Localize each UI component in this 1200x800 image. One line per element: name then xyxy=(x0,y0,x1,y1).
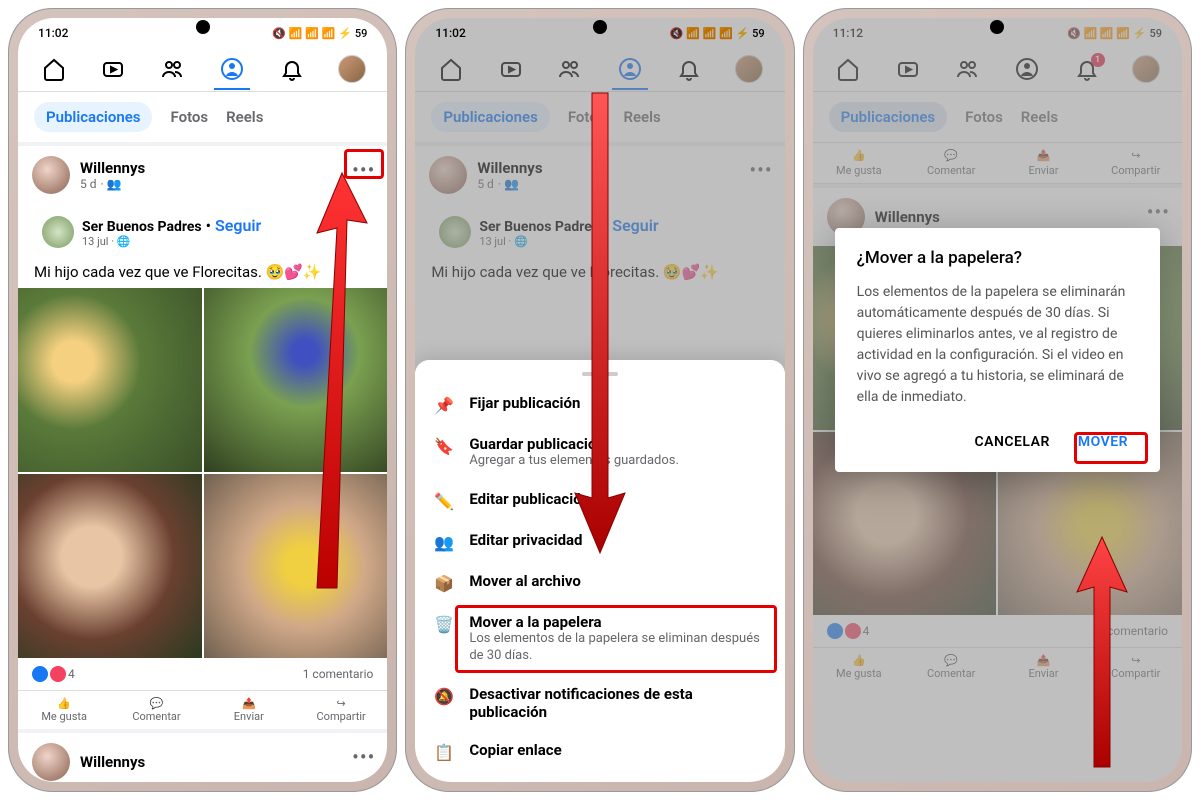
tab-photos[interactable]: Fotos xyxy=(170,108,208,126)
privacy-icon: 👥 xyxy=(433,531,455,552)
nav-profile[interactable] xyxy=(212,49,252,89)
post-next: Willennys ••• xyxy=(18,729,387,782)
post-avatar[interactable] xyxy=(32,743,70,781)
sheet-pin[interactable]: 📌 Fijar publicación xyxy=(415,384,784,425)
tab-posts[interactable]: Publicaciones xyxy=(34,102,152,132)
nav-watch[interactable] xyxy=(93,49,133,89)
sheet-mute[interactable]: 🔕 Desactivar notificaciones de esta publ… xyxy=(415,675,784,731)
pin-icon: 📌 xyxy=(433,394,455,415)
link-icon: 📋 xyxy=(433,741,455,762)
sheet-privacy[interactable]: 👥 Editar privacidad xyxy=(415,521,784,562)
phone-frame-2: 11:02 🔇 📶 📶 📶 ⚡59 Publicaciones Fotos Re… xyxy=(405,8,794,792)
camera-hole xyxy=(196,20,210,34)
screen-2: 11:02 🔇 📶 📶 📶 ⚡59 Publicaciones Fotos Re… xyxy=(415,18,784,782)
like-reaction-icon xyxy=(32,666,48,682)
sheet-copy[interactable]: 📋 Copiar enlace xyxy=(415,731,784,772)
dialog-body: Los elementos de la papelera se eliminar… xyxy=(857,282,1138,408)
photo-grid xyxy=(18,288,387,657)
action-share[interactable]: ↪Compartir xyxy=(295,691,387,729)
action-comment[interactable]: 💬Comentar xyxy=(110,691,202,729)
photo-4[interactable] xyxy=(204,474,388,658)
tab-reels[interactable]: Reels xyxy=(226,108,263,126)
nav-home[interactable] xyxy=(34,49,74,89)
shared-post: Ser Buenos Padres • Seguir 13 jul · 🌐 xyxy=(32,208,373,256)
action-send[interactable]: 📤Enviar xyxy=(203,691,295,729)
follow-link[interactable]: Seguir xyxy=(215,216,261,235)
screen-3: 11:12 🔇 📶 📶 📶 ⚡59 1 Publicaciones Fotos … xyxy=(813,18,1182,782)
dialog-title: ¿Mover a la papelera? xyxy=(857,248,1138,268)
sheet-handle[interactable] xyxy=(582,372,618,376)
shared-avatar[interactable] xyxy=(42,216,74,248)
action-bar: 👍Me gusta 💬Comentar 📤Enviar ↪Compartir xyxy=(18,690,387,729)
annotation-highlight-trash xyxy=(455,605,776,673)
comments-count[interactable]: 1 comentario xyxy=(303,667,374,681)
dialog-cancel-button[interactable]: CANCELAR xyxy=(964,426,1059,458)
sheet-edit[interactable]: ✏️ Editar publicación xyxy=(415,480,784,521)
menu-avatar-icon xyxy=(338,55,366,83)
post-header: Willennys 5 d · 👥 ••• xyxy=(18,146,387,204)
bookmark-icon: 🔖 xyxy=(433,435,455,456)
annotation-highlight-more xyxy=(344,149,384,179)
action-like[interactable]: 👍Me gusta xyxy=(18,691,110,729)
nav-friends[interactable] xyxy=(153,49,193,89)
mute-icon: 🔕 xyxy=(433,685,455,706)
nav-menu[interactable] xyxy=(332,49,372,89)
screen-1: 11:02 🔇 📶 📶 📶 ⚡59 Publicaciones Fotos Re… xyxy=(18,18,387,782)
confirm-dialog: ¿Mover a la papelera? Los elementos de l… xyxy=(835,228,1160,472)
profile-tabs: Publicaciones Fotos Reels xyxy=(18,92,387,142)
sheet-trash[interactable]: 🗑️ Mover a la papeleraLos elementos de l… xyxy=(415,603,784,675)
reactions[interactable]: 4 xyxy=(32,666,75,682)
post-avatar[interactable] xyxy=(32,156,70,194)
shared-username[interactable]: Ser Buenos Padres xyxy=(82,219,202,235)
sheet-archive[interactable]: 📦 Mover al archivo xyxy=(415,562,784,603)
photo-2[interactable] xyxy=(204,288,388,472)
post-meta: 4 1 comentario xyxy=(18,658,387,690)
shared-time: 13 jul · 🌐 xyxy=(82,235,261,248)
top-nav xyxy=(18,46,387,92)
post: Willennys 5 d · 👥 ••• Ser Buenos Padres … xyxy=(18,142,387,729)
love-reaction-icon xyxy=(50,666,66,682)
camera-hole xyxy=(990,20,1004,34)
camera-hole xyxy=(593,20,607,34)
archive-icon: 📦 xyxy=(433,572,455,593)
phone-frame-1: 11:02 🔇 📶 📶 📶 ⚡59 Publicaciones Fotos Re… xyxy=(8,8,397,792)
annotation-highlight-confirm xyxy=(1074,432,1148,464)
phone-frame-3: 11:12 🔇 📶 📶 📶 ⚡59 1 Publicaciones Fotos … xyxy=(803,8,1192,792)
status-time: 11:02 xyxy=(38,26,68,40)
post-more-button[interactable]: ••• xyxy=(352,745,375,769)
options-sheet: 📌 Fijar publicación 🔖 Guardar publicació… xyxy=(415,360,784,782)
post-username[interactable]: Willennys xyxy=(80,159,145,177)
photo-1[interactable] xyxy=(18,288,202,472)
edit-icon: ✏️ xyxy=(433,490,455,511)
trash-icon: 🗑️ xyxy=(433,613,455,634)
nav-notifications[interactable] xyxy=(272,49,312,89)
post-text: Mi hijo cada vez que ve Florecitas. 🥹💕✨ xyxy=(18,256,387,288)
photo-3[interactable] xyxy=(18,474,202,658)
status-icons: 🔇 📶 📶 📶 ⚡59 xyxy=(272,27,367,40)
post-time: 5 d · 👥 xyxy=(80,177,145,191)
sheet-save[interactable]: 🔖 Guardar publicaciónAgregar a tus eleme… xyxy=(415,425,784,480)
